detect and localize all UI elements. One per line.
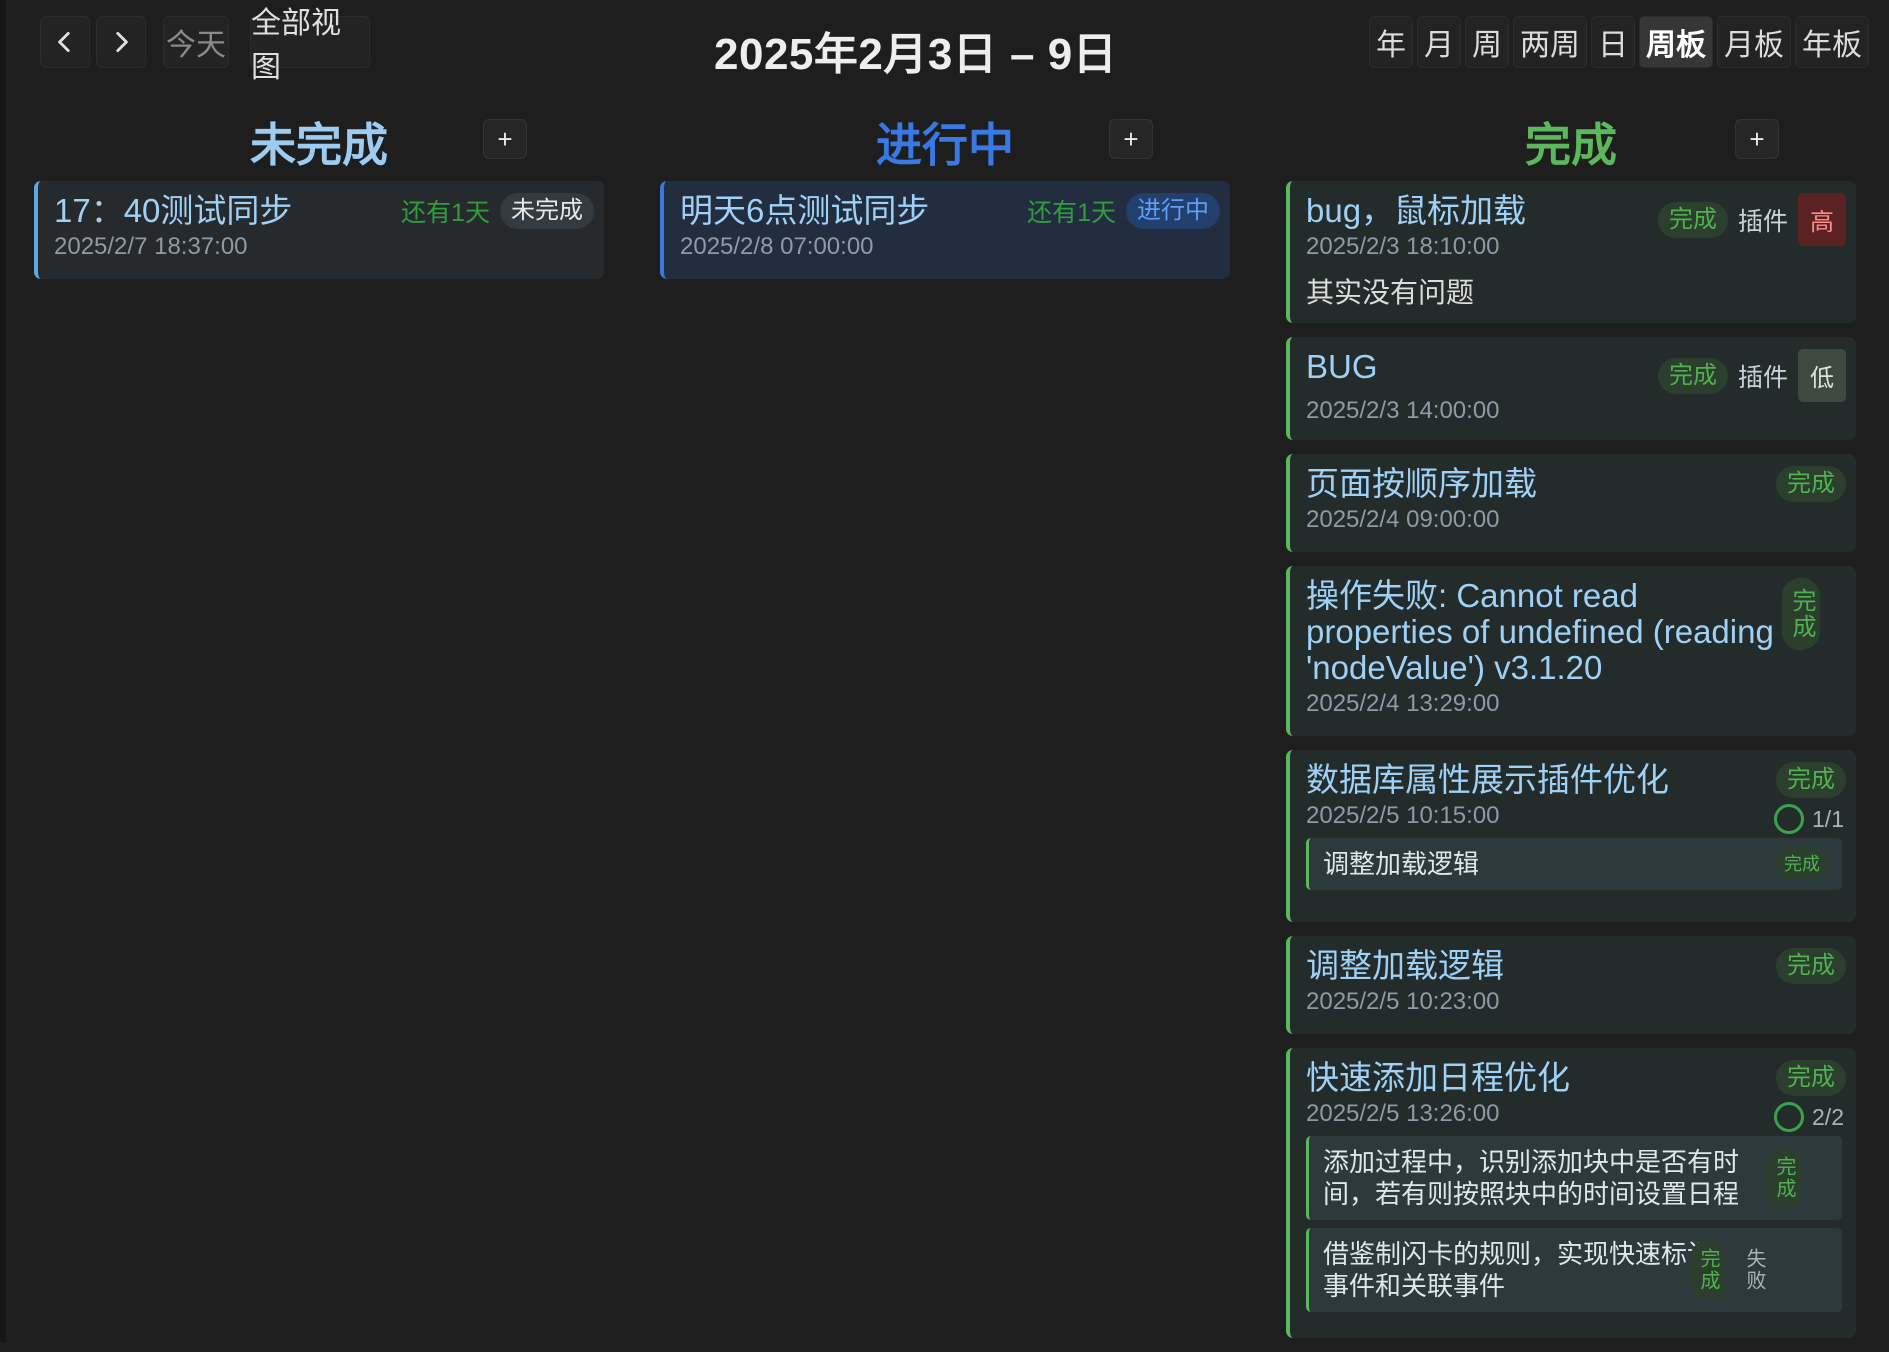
task-date: 2025/2/4 13:29:00 [1306, 690, 1500, 717]
today-button[interactable]: 今天 [163, 16, 229, 68]
chevron-left-icon [58, 31, 70, 53]
status-badge[interactable]: 完成 [1657, 357, 1728, 394]
view-month-board[interactable]: 月板 [1717, 16, 1791, 68]
subtask-title: 添加过程中，识别添加块中是否有时间，若有则按照块中的时间设置日程 [1323, 1147, 1740, 1209]
remaining-time: 还有1天 [1027, 199, 1116, 227]
status-badge[interactable]: 进行中 [1126, 193, 1220, 229]
subtask-item[interactable]: 添加过程中，识别添加块中是否有时间，若有则按照块中的时间设置日程 完成 [1306, 1136, 1842, 1220]
task-date: 2025/2/5 13:26:00 [1306, 1100, 1500, 1127]
status-badge[interactable]: 完成 [1657, 201, 1728, 238]
task-note: 其实没有问题 [1306, 277, 1475, 308]
all-views-button[interactable]: 全部视图 [250, 7, 370, 84]
column-todo: 未完成 + 17：40测试同步 2025/2/7 18:37:00 还有1天 未… [34, 105, 604, 279]
status-badge[interactable]: 完成 [1776, 1060, 1846, 1096]
task-title: 页面按顺序加载 [1306, 465, 1537, 502]
task-card[interactable]: 操作失败: Cannot read properties of undefine… [1286, 566, 1856, 736]
add-task-button[interactable]: + [483, 119, 527, 159]
view-year-board[interactable]: 年板 [1795, 16, 1869, 68]
task-date: 2025/2/8 07:00:00 [680, 233, 874, 260]
status-badge[interactable]: 完成 [1776, 466, 1846, 502]
chevron-right-icon [116, 31, 128, 53]
task-date: 2025/2/5 10:23:00 [1306, 988, 1500, 1015]
task-card[interactable]: 明天6点测试同步 2025/2/8 07:00:00 还有1天 进行中 [660, 181, 1230, 279]
task-card[interactable]: 快速添加日程优化 2025/2/5 13:26:00 完成 2/2 添加过程中，… [1286, 1048, 1856, 1338]
priority-badge[interactable]: 低 [1798, 349, 1846, 402]
task-card[interactable]: 调整加载逻辑 2025/2/5 10:23:00 完成 [1286, 936, 1856, 1034]
view-switcher: 年 月 周 两周 日 周板 月板 年板 [1369, 16, 1869, 68]
task-card[interactable]: BUG 2025/2/3 14:00:00 完成 插件 低 [1286, 337, 1856, 440]
task-date: 2025/2/4 09:00:00 [1306, 506, 1500, 533]
task-card[interactable]: bug，鼠标加载 2025/2/3 18:10:00 其实没有问题 完成 插件 … [1286, 181, 1856, 323]
task-date: 2025/2/7 18:37:00 [54, 233, 248, 260]
task-card[interactable]: 数据库属性展示插件优化 2025/2/5 10:15:00 完成 1/1 调整加… [1286, 750, 1856, 922]
subtask-status-badge[interactable]: 完成 [1766, 1148, 1802, 1208]
column-header: 完成 + [1286, 105, 1856, 173]
status-badge[interactable]: 完成 [1776, 948, 1846, 984]
task-card[interactable]: 页面按顺序加载 2025/2/4 09:00:00 完成 [1286, 454, 1856, 552]
task-date: 2025/2/5 10:15:00 [1306, 802, 1500, 829]
status-badge[interactable]: 完成 [1776, 762, 1846, 798]
tag-label: 插件 [1737, 363, 1788, 392]
subtask-fail-label[interactable]: 失败 [1738, 1248, 1770, 1292]
subtask-progress: 2/2 [1774, 1102, 1844, 1132]
progress-count: 1/1 [1812, 805, 1844, 832]
view-two-weeks[interactable]: 两周 [1513, 16, 1587, 68]
progress-ring-icon [1774, 804, 1805, 834]
task-title: 操作失败: Cannot read properties of undefine… [1306, 577, 1774, 686]
tag-label: 插件 [1737, 207, 1788, 236]
status-badge[interactable]: 完成 [1782, 578, 1820, 650]
priority-badge[interactable]: 高 [1798, 193, 1846, 246]
subtask-item[interactable]: 借鉴制闪卡的规则，实现快速标记事件和关联事件 完成 失败 [1306, 1228, 1842, 1312]
date-range-title: 2025年2月3日 – 9日 [714, 30, 1118, 79]
prev-button[interactable] [40, 16, 90, 68]
task-card[interactable]: 17：40测试同步 2025/2/7 18:37:00 还有1天 未完成 [34, 181, 604, 279]
subtask-item[interactable]: 调整加载逻辑 完成 [1306, 838, 1842, 890]
task-title: 快速添加日程优化 [1306, 1059, 1570, 1096]
column-header: 进行中 + [660, 105, 1230, 173]
subtask-title: 借鉴制闪卡的规则，实现快速标记事件和关联事件 [1323, 1239, 1714, 1301]
progress-ring-icon [1774, 1102, 1805, 1132]
view-week[interactable]: 周 [1465, 16, 1509, 68]
progress-count: 2/2 [1812, 1103, 1844, 1130]
task-title: 调整加载逻辑 [1306, 947, 1504, 984]
subtask-status-badge[interactable]: 完成 [1776, 848, 1828, 880]
status-badge[interactable]: 未完成 [500, 193, 594, 229]
task-title: 数据库属性展示插件优化 [1306, 761, 1669, 798]
subtask-status-badge[interactable]: 完成 [1690, 1240, 1726, 1300]
view-month[interactable]: 月 [1417, 16, 1461, 68]
column-done: 完成 + bug，鼠标加载 2025/2/3 18:10:00 其实没有问题 完… [1286, 105, 1856, 1338]
subtask-progress: 1/1 [1774, 804, 1844, 834]
view-day[interactable]: 日 [1591, 16, 1635, 68]
view-week-board[interactable]: 周板 [1639, 16, 1713, 68]
column-doing: 进行中 + 明天6点测试同步 2025/2/8 07:00:00 还有1天 进行… [660, 105, 1230, 279]
subtask-title: 调整加载逻辑 [1323, 849, 1480, 879]
add-task-button[interactable]: + [1109, 119, 1153, 159]
next-button[interactable] [96, 16, 146, 68]
remaining-time: 还有1天 [401, 199, 490, 227]
window-edge [0, 0, 6, 1342]
add-task-button[interactable]: + [1735, 119, 1779, 159]
column-header: 未完成 + [34, 105, 604, 173]
view-year[interactable]: 年 [1369, 16, 1413, 68]
